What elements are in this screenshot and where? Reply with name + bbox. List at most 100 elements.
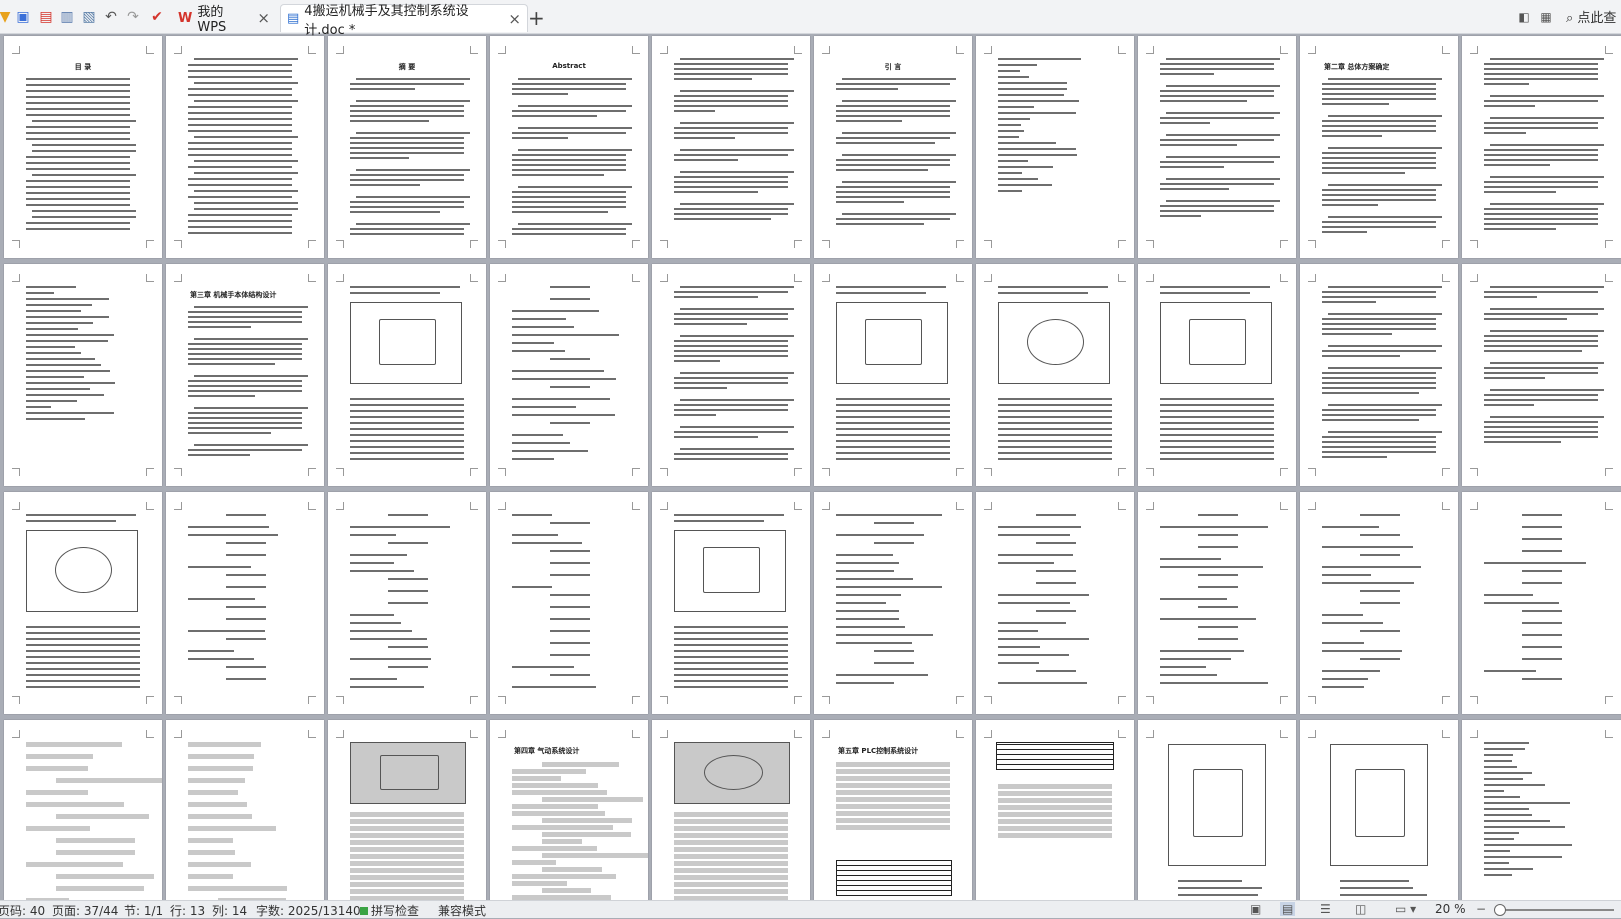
page-thumbnail[interactable] (166, 36, 324, 258)
save-icon[interactable]: ▣ (14, 8, 32, 26)
text-line (1036, 610, 1076, 612)
page-thumbnail[interactable] (490, 492, 648, 714)
page-thumbnail[interactable] (1300, 720, 1458, 900)
redo-icon[interactable]: ↷ (124, 8, 142, 26)
page-thumbnail[interactable]: 引 言 (814, 36, 972, 258)
print-icon[interactable]: ▥ (58, 8, 76, 26)
export-pdf-icon[interactable]: ▤ (37, 8, 55, 26)
text-line (836, 292, 926, 294)
text-line (518, 186, 632, 188)
reading-view-icon[interactable]: ▭ ▾ (1395, 902, 1416, 916)
customize-icon[interactable]: ✔ (148, 8, 166, 26)
page-thumbnail[interactable] (1462, 264, 1621, 486)
page-thumbnail[interactable] (1138, 492, 1296, 714)
page-thumbnail[interactable] (1462, 36, 1621, 258)
page-thumbnail[interactable] (1138, 264, 1296, 486)
text-line (26, 126, 130, 128)
page-thumbnail[interactable] (976, 36, 1134, 258)
text-line (1522, 550, 1562, 552)
page-thumbnail[interactable] (1138, 36, 1296, 258)
text-line (674, 826, 788, 831)
tab-my-wps[interactable]: W 我的WPS × (172, 4, 276, 35)
page-thumbnail[interactable] (328, 264, 486, 486)
page-thumbnail[interactable] (1300, 264, 1458, 486)
text-line (350, 554, 408, 556)
text-line (1490, 144, 1604, 146)
zoom-level[interactable]: 20 % (1435, 902, 1466, 916)
page-thumbnail[interactable] (1462, 720, 1621, 900)
reading-mode-icon[interactable]: ◧ (1516, 9, 1532, 25)
page-thumbnail[interactable] (490, 264, 648, 486)
new-tab-button[interactable]: + (528, 6, 545, 30)
page-thumbnail[interactable] (652, 720, 810, 900)
text-line (188, 363, 275, 365)
text-line (998, 398, 1112, 400)
zoom-slider-handle[interactable] (1494, 904, 1506, 916)
page-thumbnail[interactable] (652, 264, 810, 486)
print-preview-icon[interactable]: ▧ (80, 8, 98, 26)
text-line (998, 784, 1112, 789)
page-corner-mark (956, 240, 964, 248)
wps-menu-icon[interactable]: ▼ (0, 8, 14, 26)
text-line (998, 798, 1112, 803)
text-line (1036, 582, 1076, 584)
page-thumbnail[interactable] (166, 720, 324, 900)
tab-document[interactable]: ▤ 4搬运机械手及其控制系统设计.doc * × (280, 4, 528, 38)
page-thumbnail[interactable] (166, 492, 324, 714)
page-thumbnail[interactable] (4, 720, 162, 900)
page-thumbnail[interactable]: 摘 要 (328, 36, 486, 258)
text-line (1360, 514, 1400, 516)
undo-icon[interactable]: ↶ (102, 8, 120, 26)
page-thumbnail[interactable] (4, 492, 162, 714)
zoom-slider[interactable] (1496, 909, 1614, 911)
text-line (1490, 176, 1604, 178)
page-thumbnail[interactable] (976, 720, 1134, 900)
page-thumbnail[interactable] (652, 36, 810, 258)
page-thumbnail[interactable] (976, 492, 1134, 714)
page-corner-mark (660, 468, 668, 476)
page-view-icon[interactable]: ▤ (1280, 902, 1296, 916)
page-thumbnail[interactable] (1138, 720, 1296, 900)
text-line (350, 570, 415, 572)
page-indicator[interactable]: 页面: 37/44 (52, 902, 118, 919)
fullscreen-icon[interactable]: ▣ (1250, 902, 1261, 916)
close-icon[interactable]: × (257, 9, 270, 27)
document-page-grid[interactable]: 目 录 摘 要 Abstract 引 言 第二章 总体方案确定第三章 机械手本体结构设计… (0, 34, 1621, 900)
text-line (350, 562, 394, 564)
page-code[interactable]: 页码: 40 (0, 902, 45, 919)
text-line (836, 446, 950, 448)
close-icon[interactable]: × (508, 10, 521, 28)
text-line (1522, 622, 1562, 624)
page-thumbnail[interactable] (328, 720, 486, 900)
text-line (26, 644, 140, 646)
zoom-out-icon[interactable]: − (1476, 902, 1486, 916)
page-thumbnail[interactable] (328, 492, 486, 714)
text-line (542, 818, 633, 823)
spell-check-toggle[interactable]: 拼写检查 (360, 902, 419, 919)
word-count[interactable]: 字数: 2025/13140 (256, 902, 361, 919)
page-thumbnail[interactable] (1462, 492, 1621, 714)
page-thumbnail[interactable]: 第二章 总体方案确定 (1300, 36, 1458, 258)
page-thumbnail[interactable] (814, 264, 972, 486)
page-corner-mark (660, 730, 668, 738)
text-line (542, 832, 632, 837)
page-corner-mark (794, 274, 802, 282)
text-line (836, 610, 900, 612)
page-thumbnail[interactable]: Abstract (490, 36, 648, 258)
page-thumbnail[interactable]: 目 录 (4, 36, 162, 258)
page-thumbnail[interactable]: 第四章 气动系统设计 (490, 720, 648, 900)
web-view-icon[interactable]: ◫ (1355, 902, 1366, 916)
page-thumbnail[interactable] (1300, 492, 1458, 714)
page-thumbnail[interactable] (814, 492, 972, 714)
page-thumbnail[interactable]: 第三章 机械手本体结构设计 (166, 264, 324, 486)
text-line (680, 203, 794, 205)
text-line (836, 452, 950, 454)
page-thumbnail[interactable] (976, 264, 1134, 486)
outline-view-icon[interactable]: ☰ (1320, 902, 1331, 916)
page-thumbnail[interactable]: 第五章 PLC控制系统设计 (814, 720, 972, 900)
search-box[interactable]: ⌕ 点此查 (1566, 7, 1616, 26)
text-line (1484, 73, 1598, 75)
page-thumbnail[interactable] (652, 492, 810, 714)
share-icon[interactable]: ▦ (1538, 9, 1554, 25)
page-thumbnail[interactable] (4, 264, 162, 486)
